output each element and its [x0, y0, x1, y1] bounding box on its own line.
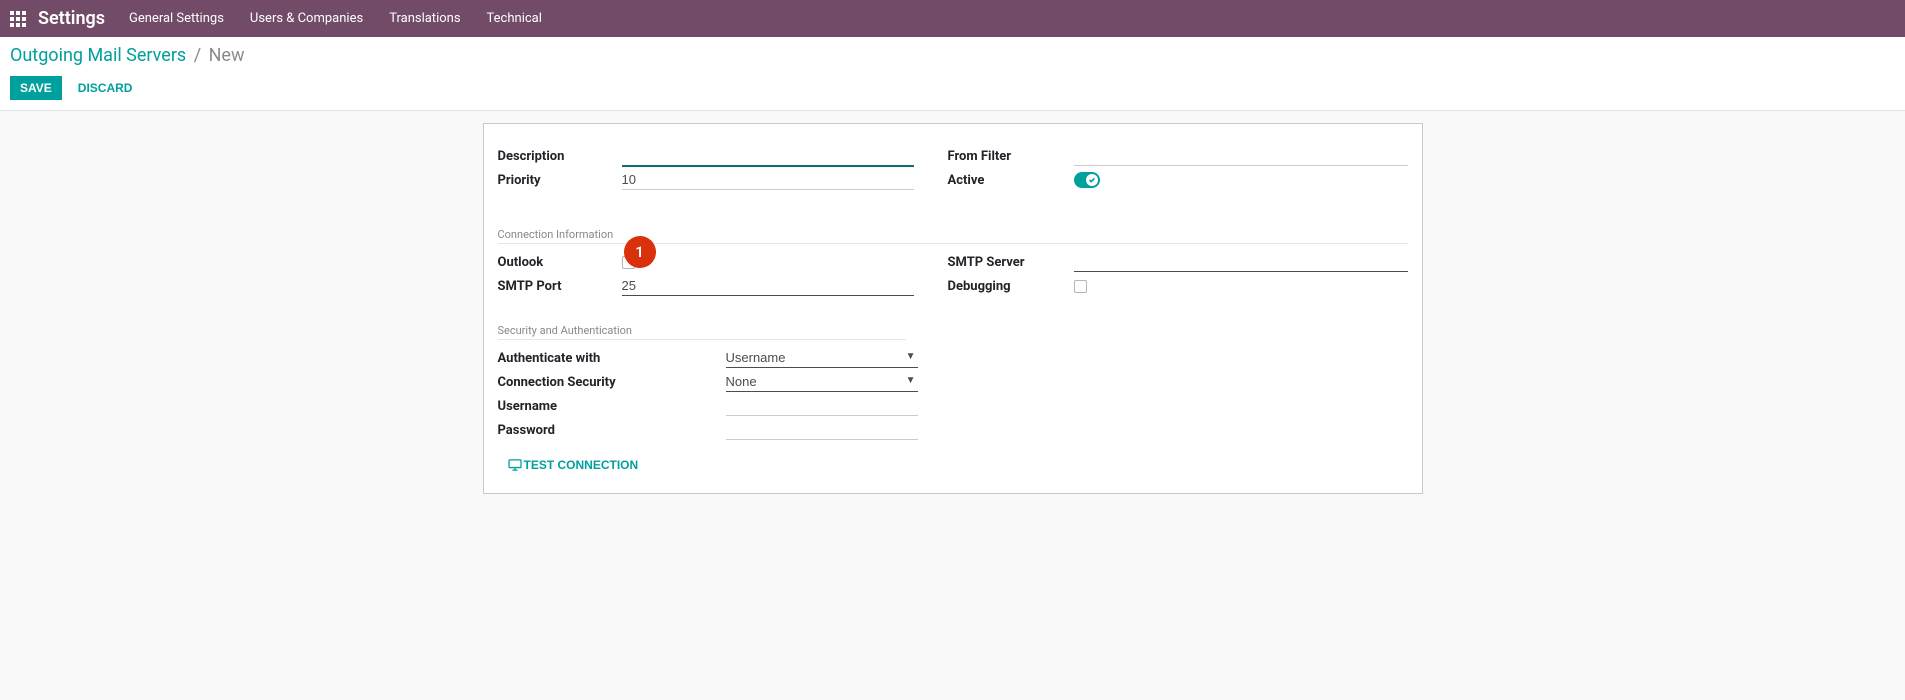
- label-from-filter: From Filter: [948, 147, 1074, 166]
- check-icon: [1086, 174, 1098, 186]
- label-username: Username: [498, 399, 726, 414]
- breadcrumb-separator: /: [194, 45, 201, 66]
- section-security-auth: Security and Authentication: [498, 324, 906, 340]
- label-smtp-server: SMTP Server: [948, 253, 1074, 272]
- label-conn-security: Connection Security: [498, 375, 726, 390]
- breadcrumb-link[interactable]: Outgoing Mail Servers: [10, 45, 186, 66]
- discard-button[interactable]: Discard: [74, 76, 137, 100]
- smtp-port-input[interactable]: [622, 276, 914, 296]
- smtp-server-input[interactable]: [1074, 252, 1408, 272]
- app-title: Settings: [38, 8, 105, 29]
- monitor-icon: [508, 459, 522, 471]
- label-description: Description: [498, 147, 622, 166]
- outlook-checkbox[interactable]: [622, 256, 635, 269]
- breadcrumb-current: New: [209, 45, 245, 66]
- active-toggle[interactable]: [1074, 172, 1100, 188]
- form-sheet: Description Priority From Filter: [483, 123, 1423, 494]
- conn-security-select[interactable]: [726, 372, 918, 392]
- label-password: Password: [498, 423, 726, 438]
- label-priority: Priority: [498, 171, 622, 190]
- save-button[interactable]: Save: [10, 76, 62, 100]
- label-debugging: Debugging: [948, 277, 1074, 296]
- nav-translations[interactable]: Translations: [389, 11, 460, 26]
- auth-with-select[interactable]: [726, 348, 918, 368]
- label-active: Active: [948, 171, 1074, 190]
- apps-icon[interactable]: [10, 11, 26, 27]
- label-auth-with: Authenticate with: [498, 351, 726, 366]
- description-input[interactable]: [622, 146, 914, 167]
- priority-input[interactable]: [622, 170, 914, 190]
- breadcrumb: Outgoing Mail Servers / New: [10, 45, 1895, 66]
- password-input[interactable]: [726, 420, 918, 440]
- test-connection-label: Test Connection: [524, 458, 639, 472]
- username-input[interactable]: [726, 396, 918, 416]
- nav-general-settings[interactable]: General Settings: [129, 11, 224, 26]
- debugging-checkbox[interactable]: [1074, 280, 1087, 293]
- label-smtp-port: SMTP Port: [498, 277, 622, 296]
- section-connection-info: Connection Information: [498, 228, 1408, 244]
- nav-technical[interactable]: Technical: [487, 11, 542, 26]
- label-outlook: Outlook: [498, 253, 622, 272]
- test-connection-button[interactable]: Test Connection: [508, 458, 639, 472]
- nav-users-companies[interactable]: Users & Companies: [250, 11, 363, 26]
- from-filter-input[interactable]: [1074, 146, 1408, 166]
